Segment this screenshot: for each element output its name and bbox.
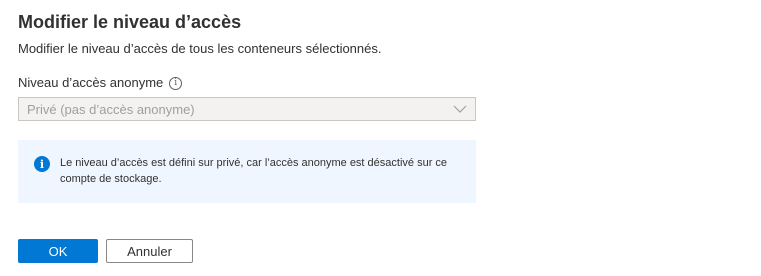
cancel-button[interactable]: Annuler <box>106 239 193 263</box>
panel-title: Modifier le niveau d’accès <box>18 12 242 32</box>
anonymous-access-level-label: Niveau d’accès anonyme i <box>18 74 183 92</box>
info-message-bar: i Le niveau d’accès est défini sur privé… <box>18 140 476 203</box>
info-icon: i <box>34 156 50 172</box>
dropdown-selected-value: Privé (pas d’accès anonyme) <box>27 101 195 117</box>
ok-button[interactable]: OK <box>18 239 98 263</box>
panel-description: Modifier le niveau d’accès de tous les c… <box>18 41 382 56</box>
change-access-level-panel: Modifier le niveau d’accès Modifier le n… <box>0 0 761 276</box>
access-level-dropdown: Privé (pas d’accès anonyme) <box>18 97 476 121</box>
chevron-down-icon <box>445 98 475 120</box>
info-message-text: Le niveau d’accès est défini sur privé, … <box>60 157 448 185</box>
info-tooltip-icon[interactable]: i <box>169 76 183 90</box>
field-label-text: Niveau d’accès anonyme <box>18 75 164 90</box>
